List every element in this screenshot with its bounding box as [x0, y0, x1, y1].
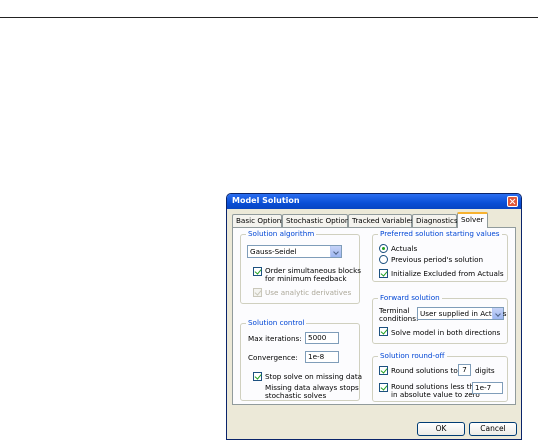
tab-tracked-variables[interactable]: Tracked Variables [348, 214, 415, 227]
max-iterations-label: Max iterations: [248, 334, 302, 343]
model-solution-dialog: Model Solution Basic Options Stochastic … [226, 193, 522, 440]
digits-label: digits [475, 366, 495, 375]
cancel-button[interactable]: Cancel [469, 422, 517, 436]
digits-input[interactable]: 7 [458, 364, 471, 376]
solution-control-group: Solution control Max iterations: 5000 Co… [240, 318, 363, 401]
tab-stochastic-options[interactable]: Stochastic Options [282, 214, 353, 227]
round-less-input[interactable]: 1e-7 [472, 382, 503, 394]
solution-control-legend: Solution control [246, 318, 307, 327]
round-to-checkbox[interactable] [379, 366, 388, 375]
round-less-checkbox[interactable] [379, 383, 388, 392]
previous-period-label: Previous period's solution [391, 255, 484, 264]
actuals-label: Actuals [391, 244, 418, 253]
forward-solution-group: Forward solution Terminal conditions: Us… [372, 293, 508, 344]
algorithm-selected-value: Gauss-Seidel [250, 247, 297, 256]
starting-values-group: Preferred solution starting values Actua… [372, 229, 508, 282]
stop-solve-checkbox[interactable] [253, 372, 262, 381]
stop-solve-label: Stop solve on missing data [265, 372, 363, 381]
round-off-legend: Solution round-off [378, 351, 447, 360]
init-excluded-label: Initialize Excluded from Actuals [391, 269, 504, 278]
round-less-label-line2: in absolute value to zero [391, 390, 480, 399]
top-divider-line [0, 17, 538, 18]
tab-solver[interactable]: Solver [457, 212, 488, 228]
solver-tab-panel: Solution algorithm Gauss-Seidel Order si… [232, 227, 516, 405]
init-excluded-checkbox[interactable] [379, 269, 388, 278]
tab-diagnostics[interactable]: Diagnostics [412, 214, 458, 227]
chevron-down-icon[interactable] [492, 308, 503, 319]
solve-both-directions-label: Solve model in both directions [391, 328, 501, 337]
chevron-down-icon[interactable] [330, 246, 341, 257]
order-blocks-label-line2: for minimum feedback [265, 274, 347, 283]
terminal-label-line2: conditions: [379, 314, 419, 323]
algorithm-select[interactable]: Gauss-Seidel [247, 245, 342, 258]
convergence-input[interactable]: 1e-8 [305, 351, 339, 363]
convergence-label: Convergence: [248, 353, 298, 362]
solution-algorithm-legend: Solution algorithm [246, 229, 317, 238]
tab-basic-options[interactable]: Basic Options [232, 214, 285, 227]
terminal-conditions-select[interactable]: User supplied in Actuals [417, 307, 506, 320]
solution-algorithm-group: Solution algorithm Gauss-Seidel Order si… [240, 229, 361, 304]
order-blocks-checkbox[interactable] [253, 267, 262, 276]
window-title: Model Solution [232, 196, 300, 205]
solve-both-directions-checkbox[interactable] [379, 327, 388, 336]
forward-solution-legend: Forward solution [378, 293, 442, 302]
missing-data-note-line2: stochastic solves [265, 391, 327, 400]
ok-button[interactable]: OK [417, 422, 465, 436]
round-off-group: Solution round-off Round solutions to 7 … [372, 351, 508, 402]
analytic-derivatives-label: Use analytic derivatives [265, 288, 352, 297]
title-bar[interactable]: Model Solution [227, 194, 521, 209]
starting-values-legend: Preferred solution starting values [378, 229, 502, 238]
max-iterations-input[interactable]: 5000 [305, 332, 339, 344]
close-icon[interactable] [507, 196, 518, 207]
actuals-radio[interactable] [379, 244, 388, 253]
previous-period-radio[interactable] [379, 255, 388, 264]
round-to-label: Round solutions to [391, 366, 458, 375]
analytic-derivatives-checkbox[interactable] [253, 288, 262, 297]
